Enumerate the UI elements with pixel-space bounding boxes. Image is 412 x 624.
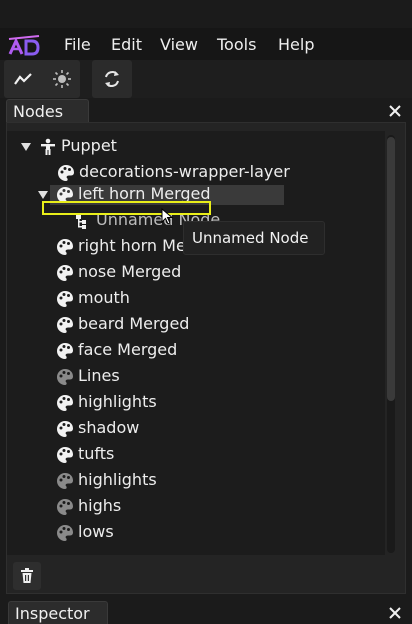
tooltip-text: Unnamed Node	[192, 229, 309, 247]
tree-row[interactable]: face Merged	[6, 338, 384, 364]
palette-icon	[57, 499, 73, 515]
app-logo-icon	[8, 35, 40, 56]
refresh-icon	[105, 71, 119, 87]
graph-icon	[14, 73, 32, 85]
menu-file[interactable]: File	[64, 35, 91, 54]
tab-inspector-label: Inspector	[15, 604, 90, 623]
drop-target-indicator	[42, 201, 211, 215]
tree-scrollbar[interactable]	[387, 135, 395, 553]
palette-icon	[57, 291, 73, 307]
expand-arrow-icon[interactable]	[38, 191, 48, 199]
tree-row-label: lows	[78, 522, 114, 541]
palette-icon	[57, 265, 73, 281]
person-icon	[41, 138, 55, 155]
palette-icon	[58, 165, 74, 181]
tab-inspector[interactable]: Inspector	[8, 601, 108, 624]
menu-view[interactable]: View	[160, 35, 198, 54]
delete-node-button[interactable]	[13, 562, 41, 590]
menu-tools[interactable]: Tools	[217, 35, 256, 54]
menu-help[interactable]: Help	[278, 35, 314, 54]
trash-icon	[21, 568, 33, 583]
tab-nodes-label: Nodes	[13, 102, 64, 121]
tree-row-dimmed[interactable]: highlights	[6, 468, 384, 494]
tree-row[interactable]: nose Merged	[6, 260, 384, 286]
tree-row[interactable]: tufts	[6, 442, 384, 468]
lighting-toggle-button[interactable]	[47, 64, 77, 94]
tree-row-label: shadow	[78, 418, 140, 437]
refresh-group	[92, 60, 132, 98]
tree-row[interactable]: beard Merged	[6, 312, 384, 338]
palette-icon	[57, 395, 73, 411]
tree-row-dimmed[interactable]: lows	[6, 520, 384, 546]
tree-row-label: beard Merged	[78, 314, 190, 333]
tree-row-dimmed[interactable]: Lines	[6, 364, 384, 390]
tree-row-label: nose Merged	[78, 262, 182, 281]
tree-row-label: tufts	[78, 444, 115, 463]
palette-icon	[57, 317, 73, 333]
palette-icon	[57, 421, 73, 437]
mouse-pointer-icon	[161, 208, 174, 225]
expand-arrow-icon[interactable]	[21, 143, 31, 151]
tree-row-label: Puppet	[61, 136, 117, 155]
view-toggle-group	[4, 60, 80, 98]
menu-bar: File Edit View Tools Help	[0, 28, 412, 60]
scrollbar-thumb[interactable]	[387, 137, 395, 401]
tree-row-label: decorations-wrapper-layer	[79, 162, 290, 181]
graph-toggle-button[interactable]	[8, 64, 38, 94]
tree-row-dimmed[interactable]: highs	[6, 494, 384, 520]
refresh-button[interactable]	[97, 64, 127, 94]
tree-row-label: mouth	[78, 288, 130, 307]
tree-row-puppet[interactable]: Puppet	[7, 134, 385, 160]
tree-row-label: highlights	[78, 470, 157, 489]
palette-icon	[57, 473, 73, 489]
tree-row[interactable]: mouth	[6, 286, 384, 312]
tree-row-label: face Merged	[78, 340, 178, 359]
close-nodes-icon[interactable]	[388, 104, 402, 118]
tree-row[interactable]: shadow	[6, 416, 384, 442]
tree-row-label: highs	[78, 496, 122, 515]
close-inspector-icon[interactable]	[388, 606, 402, 620]
palette-icon	[57, 343, 73, 359]
toolbar	[0, 60, 412, 98]
menu-edit[interactable]: Edit	[111, 35, 142, 54]
palette-icon	[57, 369, 73, 385]
tree-row-label: highlights	[78, 392, 157, 411]
tab-nodes[interactable]: Nodes	[6, 99, 89, 123]
tree-row[interactable]: highlights	[6, 390, 384, 416]
palette-icon	[57, 239, 73, 255]
palette-icon	[57, 447, 73, 463]
palette-icon	[57, 525, 73, 541]
tooltip: Unnamed Node	[183, 221, 325, 255]
sun-icon	[53, 70, 71, 88]
tree-row-label: Lines	[78, 366, 120, 385]
